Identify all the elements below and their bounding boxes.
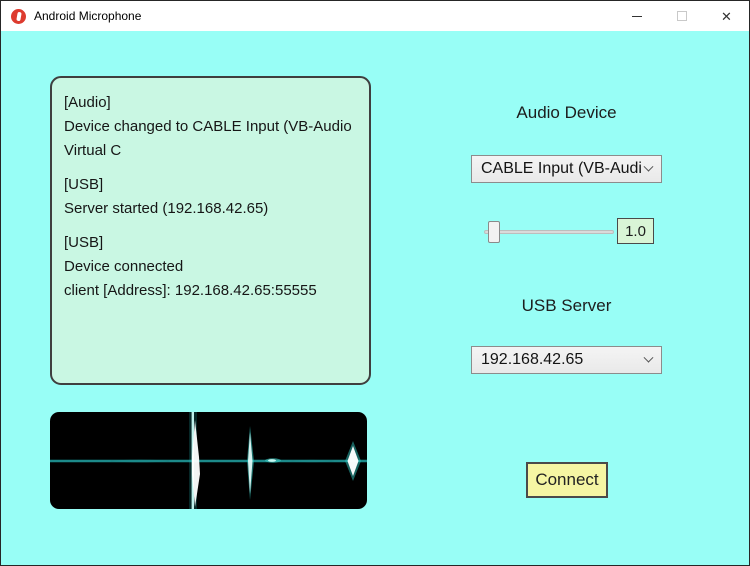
waveform-graphic [50,412,367,509]
close-button[interactable]: ✕ [704,1,749,31]
chevron-down-icon [643,161,654,172]
window-title: Android Microphone [34,9,142,23]
app-window: Android Microphone ✕ [Audio] Device chan… [0,0,750,566]
client-area: [Audio] Device changed to CABLE Input (V… [1,31,749,565]
connect-button[interactable]: Connect [526,462,608,498]
audio-device-selected: CABLE Input (VB-Audi [481,160,642,177]
minimize-icon [631,15,642,17]
title-bar[interactable]: Android Microphone ✕ [1,1,749,31]
volume-slider-thumb[interactable] [488,221,500,243]
log-entry-usb-client: [USB] Device connected client [Address]:… [64,234,317,299]
maximize-icon [676,11,687,21]
log-output: [Audio] Device changed to CABLE Input (V… [50,76,371,385]
volume-value-field[interactable]: 1.0 [617,218,654,244]
volume-slider-track[interactable] [484,230,614,234]
minimize-button[interactable] [614,1,659,31]
audio-device-dropdown[interactable]: CABLE Input (VB-Audi [471,155,662,183]
waveform-display [50,412,367,509]
chevron-down-icon [643,352,654,363]
controls-panel: Audio Device CABLE Input (VB-Audi 1.0 US… [471,31,662,565]
app-icon [11,8,26,24]
log-entry-audio: [Audio] Device changed to CABLE Input (V… [64,94,352,159]
maximize-button[interactable] [659,1,704,31]
usb-server-label: USB Server [521,296,612,315]
usb-server-selected: 192.168.42.65 [481,351,584,368]
close-icon: ✕ [721,8,732,24]
log-entry-usb-server: [USB] Server started (192.168.42.65) [64,176,269,217]
usb-server-dropdown[interactable]: 192.168.42.65 [471,346,662,374]
audio-device-label: Audio Device [516,103,617,122]
